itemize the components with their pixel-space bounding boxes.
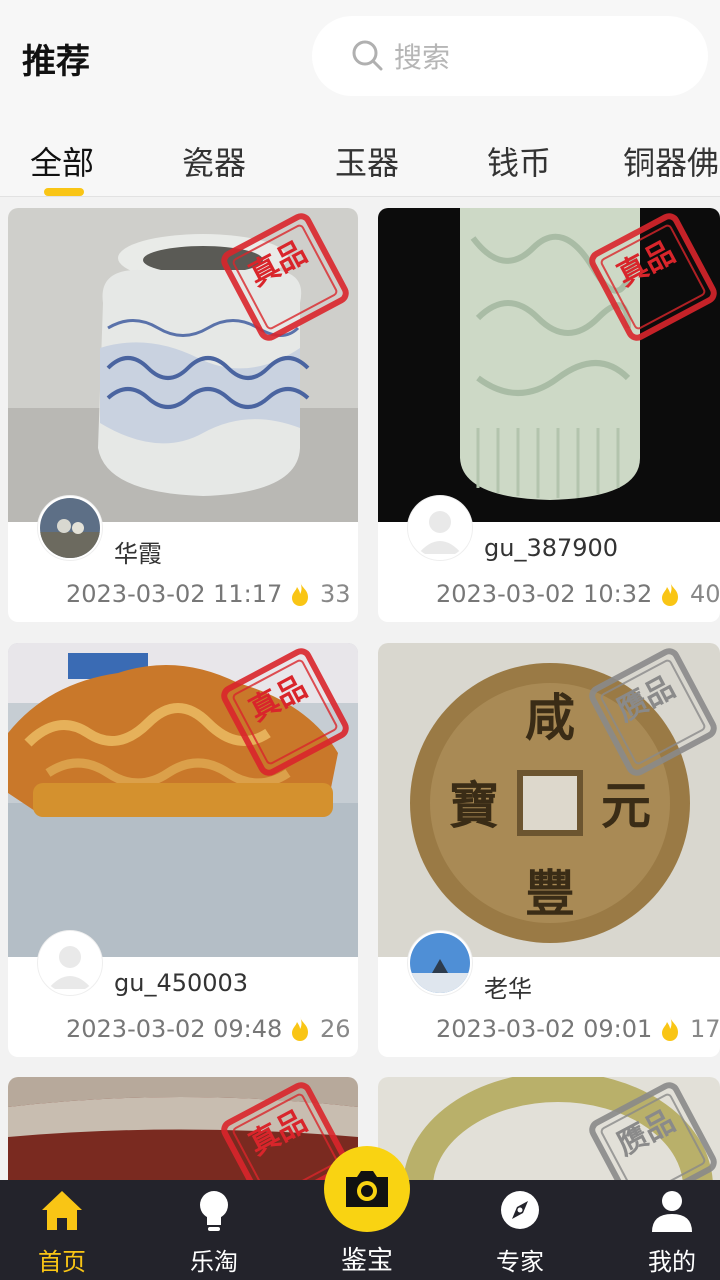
username[interactable]: gu_450003 [114,969,248,997]
fire-icon [292,1017,308,1041]
avatar[interactable] [408,931,472,995]
avatar-default[interactable] [38,931,102,995]
coin-char-bottom: 豐 [525,864,575,923]
tab-jade[interactable]: 玉器 [335,138,399,184]
tab-bronze-buddha[interactable]: 铜器佛 [623,138,719,184]
hot-count-value: 40 [690,580,720,608]
hot-count: 26 [288,1015,351,1043]
nav-mine[interactable]: 我的 [612,1180,720,1280]
nav-experts[interactable]: 专家 [460,1180,580,1280]
nav-label: 专家 [496,1248,544,1276]
nav-home[interactable]: 首页 [2,1180,122,1280]
post-time: 2023-03-02 09:01 [436,1015,653,1043]
post-time: 2023-03-02 09:48 [66,1015,283,1043]
coin-char-right: 元 [601,776,651,835]
nav-letao[interactable]: 乐淘 [154,1180,274,1280]
hot-count-value: 33 [320,580,351,608]
avatar[interactable] [38,496,102,560]
nav-label: 我的 [648,1248,696,1276]
tab-all[interactable]: 全部 [30,138,94,184]
appraisal-card[interactable]: 赝品 [378,1077,720,1180]
tab-porcelain[interactable]: 瓷器 [182,138,246,184]
appraisal-card[interactable]: 真品 gu_450003 2023-03-02 09:48 26 [8,643,358,1057]
hot-count-value: 26 [320,1015,351,1043]
authentic-stamp: 真品 [221,648,349,776]
appraise-camera-button[interactable] [324,1146,410,1232]
appraisal-card[interactable]: 真品 华霞 2023-03-02 11:17 33 [8,208,358,622]
counterfeit-stamp: 赝品 [589,1082,717,1180]
fire-icon [662,1017,678,1041]
hot-count-value: 17 [690,1015,720,1043]
coin-char-left: 寶 [449,776,499,835]
user-icon [652,1191,692,1232]
post-time: 2023-03-02 10:32 [436,580,653,608]
hot-count: 17 [658,1015,720,1043]
authentic-stamp: 真品 [221,213,349,341]
camera-icon [346,1171,388,1207]
authentic-stamp: 真品 [589,213,717,341]
compass-icon [501,1191,539,1229]
hot-count: 40 [658,580,720,608]
username[interactable]: 老华 [484,969,532,1004]
coin-char-top: 咸 [525,688,575,747]
active-tab-indicator [44,188,84,196]
appraisal-card[interactable]: 真品 gu_387900 2023-03-02 10:32 40 [378,208,720,622]
lightbulb-icon [200,1191,228,1231]
avatar-default[interactable] [408,496,472,560]
nav-label: 乐淘 [190,1248,238,1276]
category-tabs: 全部 瓷器 玉器 钱币 铜器佛 [0,128,720,196]
nav-label: 首页 [38,1248,86,1276]
username[interactable]: 华霞 [114,534,162,569]
home-icon [42,1191,82,1230]
fire-icon [292,582,308,606]
username[interactable]: gu_387900 [484,534,618,562]
post-time: 2023-03-02 11:17 [66,580,283,608]
search-bar[interactable]: 搜索 [312,16,708,96]
nav-label-appraise[interactable]: 鉴宝 [307,1240,427,1277]
appraisal-card[interactable]: 咸 元 豐 寶 赝品 老华 2023-03-02 09:01 17 [378,643,720,1057]
tab-coins[interactable]: 钱币 [487,138,551,184]
appraisal-card[interactable]: 真品 [8,1077,358,1180]
fire-icon [662,582,678,606]
counterfeit-stamp: 赝品 [589,648,717,776]
search-placeholder: 搜索 [394,41,451,74]
header: 推荐 搜索 全部 瓷器 玉器 钱币 铜器佛 [0,0,720,196]
header-divider [0,196,720,197]
search-icon [352,40,383,71]
page-title: 推荐 [22,42,90,82]
hot-count: 33 [288,580,351,608]
